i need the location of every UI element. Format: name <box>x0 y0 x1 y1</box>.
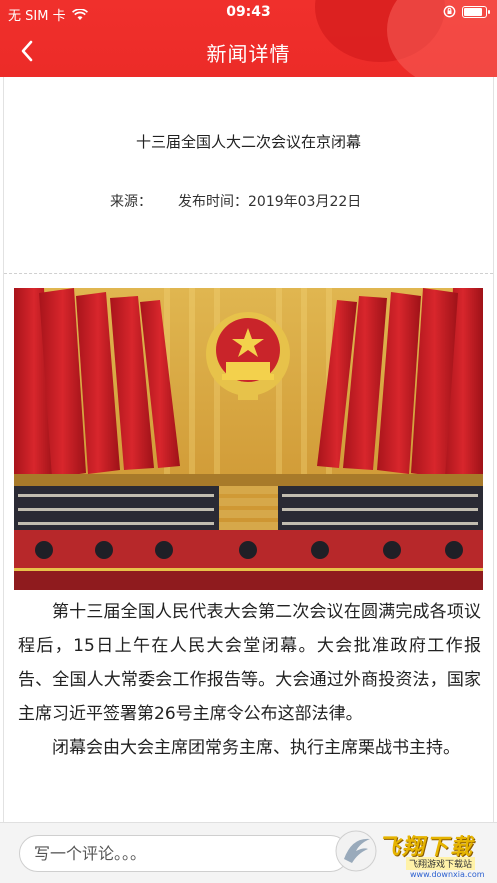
clock: 09:43 <box>226 4 271 20</box>
page-title: 新闻详情 <box>206 42 291 66</box>
system-indicators <box>443 5 490 18</box>
source-label: 来源： <box>110 194 152 210</box>
article-meta: 来源： 发布时间：2019年03月22日 <box>110 191 361 211</box>
battery-icon <box>462 5 490 18</box>
content-border <box>493 77 494 822</box>
article-content[interactable]: 十三届全国人大二次会议在京闭幕 来源： 发布时间：2019年03月22日 第十三… <box>0 77 497 822</box>
meeting-hall-illustration <box>14 288 483 590</box>
watermark-subtext: 飞翔游戏下载站 <box>406 857 476 870</box>
watermark-logo-icon <box>335 830 377 872</box>
article-title: 十三届全国人大二次会议在京闭幕 <box>135 133 361 151</box>
divider <box>4 273 493 274</box>
comment-input[interactable]: 写一个评论。。。 <box>19 835 349 872</box>
article-paragraph: 第十三届全国人民代表大会第二次会议在圆满完成各项议程后，15日上午在人民大会堂闭… <box>18 602 481 724</box>
publish-time: 发布时间：2019年03月22日 <box>178 194 362 210</box>
article-body: 第十三届全国人民代表大会第二次会议在圆满完成各项议程后，15日上午在人民大会堂闭… <box>18 595 481 765</box>
watermark-url: www.downxia.com <box>410 870 485 879</box>
content-border <box>3 77 4 822</box>
app-header: 无 SIM 卡 09:43 新闻详情 <box>0 0 497 77</box>
watermark: 飞翔下载 飞翔游戏下载站 www.downxia.com <box>330 823 497 883</box>
status-bar: 无 SIM 卡 09:43 <box>0 0 497 26</box>
nav-bar: 新闻详情 <box>0 26 497 76</box>
article-photo <box>14 288 483 590</box>
orientation-lock-icon <box>443 5 456 18</box>
comment-bar: 写一个评论。。。 飞翔下载 飞翔游戏下载站 www.downxia.com <box>0 822 497 883</box>
article-paragraph: 闭幕会由大会主席团常务主席、执行主席栗战书主持。 <box>52 738 460 758</box>
